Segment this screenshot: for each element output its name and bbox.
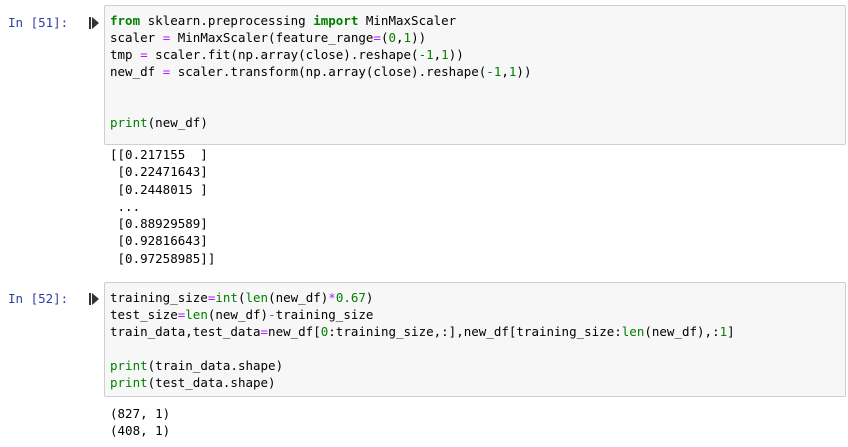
code-block[interactable]: training_size=int(len(new_df)*0.67) test_… (110, 289, 735, 391)
code-line[interactable] (110, 97, 531, 114)
code-line[interactable]: print(test_data.shape) (110, 374, 735, 391)
code-line[interactable]: test_size=len(new_df)-training_size (110, 306, 735, 323)
code-line[interactable] (110, 340, 735, 357)
code-line[interactable] (110, 80, 531, 97)
code-line[interactable]: training_size=int(len(new_df)*0.67) (110, 289, 735, 306)
code-block[interactable]: from sklearn.preprocessing import MinMax… (110, 12, 531, 131)
code-line[interactable]: scaler = MinMaxScaler(feature_range=(0,1… (110, 29, 531, 46)
input-prompt: In [51]: (8, 15, 69, 30)
input-prompt: In [52]: (8, 291, 69, 306)
code-line[interactable]: from sklearn.preprocessing import MinMax… (110, 12, 531, 29)
code-line[interactable]: train_data,test_data=new_df[0:training_s… (110, 323, 735, 340)
run-cell-icon[interactable] (89, 293, 99, 305)
run-cell-icon[interactable] (89, 17, 99, 29)
code-line[interactable]: print(train_data.shape) (110, 357, 735, 374)
code-line[interactable]: print(new_df) (110, 114, 531, 131)
cell-output: (827, 1) (408, 1) (110, 406, 171, 439)
code-line[interactable]: new_df = scaler.transform(np.array(close… (110, 63, 531, 80)
cell-output: [[0.217155 ] [0.22471643] [0.2448015 ] .… (110, 147, 216, 266)
code-line[interactable]: tmp = scaler.fit(np.array(close).reshape… (110, 46, 531, 63)
